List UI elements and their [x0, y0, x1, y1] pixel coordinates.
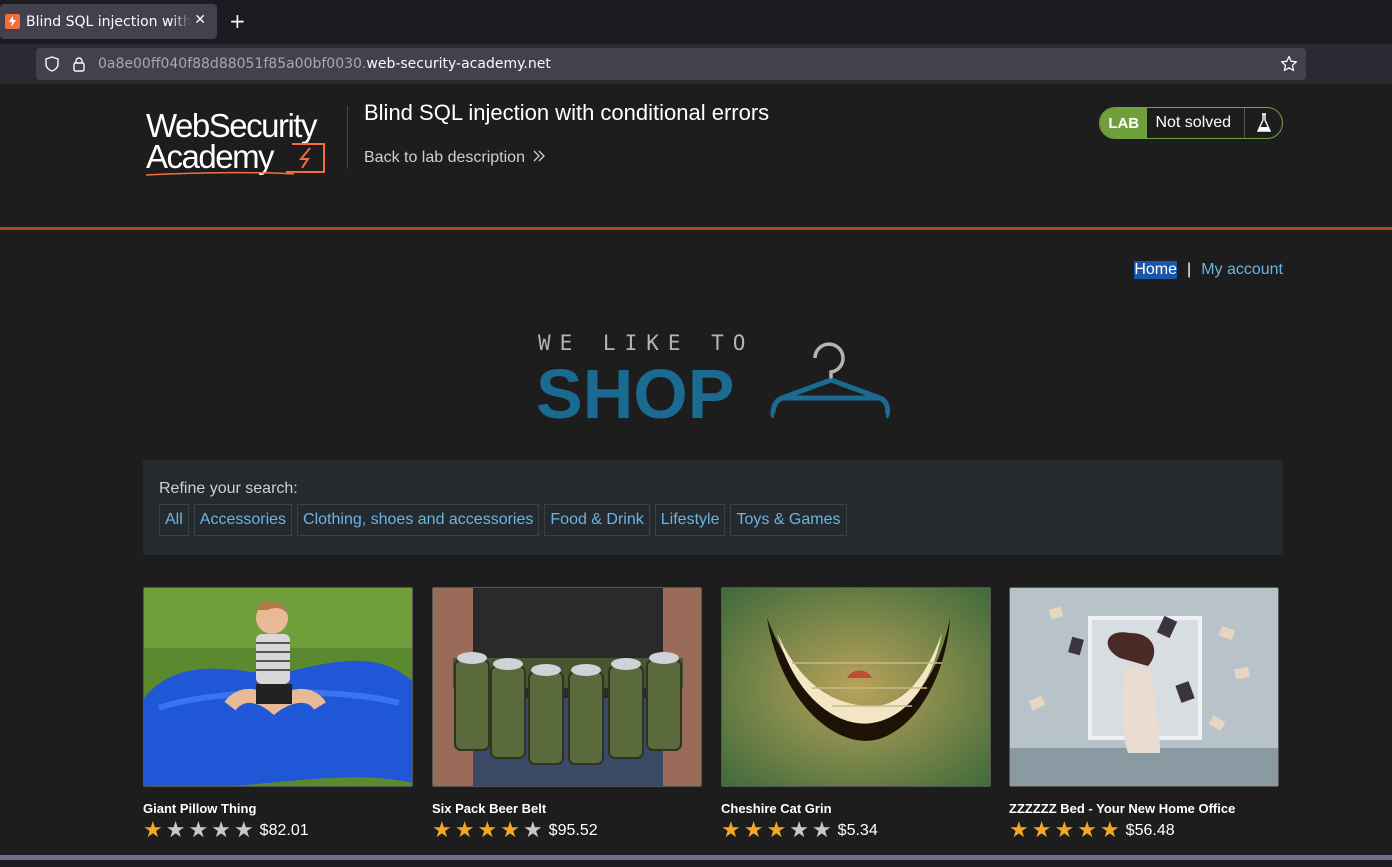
product-meta: ★ ★ ★ ★ ★ $5.34 [721, 820, 991, 842]
star-icon: ★ [1054, 818, 1075, 843]
product-price: $95.52 [548, 822, 598, 839]
close-tab-icon[interactable]: ✕ [194, 12, 206, 28]
we-like-to-shop-banner: WE LIKE TO SHOP [536, 330, 892, 433]
star-icon: ★ [500, 818, 520, 843]
star-icon: ★ [1031, 818, 1052, 843]
filter-all[interactable]: All [159, 504, 189, 536]
url-bar[interactable]: 0a8e00ff040f88d88051f85a00bf0030.web-sec… [36, 48, 1306, 80]
star-icon: ★ [211, 818, 231, 843]
product-card[interactable]: Giant Pillow Thing ★ ★ ★ ★ ★ $82.01 [143, 587, 413, 842]
product-name: Giant Pillow Thing [143, 801, 257, 816]
web-security-academy-logo[interactable]: WebSecurity Academy [144, 106, 349, 181]
logo-line2: Academy [146, 138, 275, 175]
filter-clothing[interactable]: Clothing, shoes and accessories [297, 504, 540, 536]
product-meta: ★ ★ ★ ★ ★ $82.01 [143, 820, 413, 842]
lab-status-widget: LAB Not solved [1099, 107, 1283, 139]
star-icon: ★ [743, 818, 764, 843]
star-icon: ★ [188, 818, 209, 843]
star-icon: ★ [522, 818, 543, 843]
lab-badge: LAB [1100, 108, 1148, 138]
star-icon: ★ [1077, 818, 1097, 843]
product-image-cheshire-grin[interactable] [721, 587, 991, 787]
shield-icon[interactable] [44, 56, 60, 76]
refine-search-panel: Refine your search: All Accessories Clot… [143, 460, 1283, 555]
star-icon: ★ [789, 818, 809, 843]
star-rating: ★ ★ ★ ★ ★ [1009, 820, 1120, 842]
browser-nav-bar: 0a8e00ff040f88d88051f85a00bf0030.web-sec… [0, 44, 1392, 84]
flask-icon[interactable] [1244, 108, 1282, 138]
star-icon: ★ [811, 818, 832, 843]
lock-icon[interactable] [72, 56, 86, 76]
star-icon: ★ [766, 818, 787, 843]
star-icon: ★ [143, 818, 163, 843]
product-price: $5.34 [837, 822, 878, 839]
product-name: ZZZZZZ Bed - Your New Home Office [1009, 801, 1236, 816]
double-chevron-right-icon [533, 149, 545, 167]
product-price: $56.48 [1125, 822, 1175, 839]
browser-tab[interactable]: Blind SQL injection with conditional err… [0, 4, 217, 39]
shop-page: Home | My account WE LIKE TO SHOP Refine… [0, 230, 1392, 860]
url-domain: web-security-academy.net [366, 56, 551, 72]
header-divider [347, 106, 348, 169]
filter-toys-games[interactable]: Toys & Games [730, 504, 847, 536]
tab-title: Blind SQL injection with conditional err… [26, 13, 191, 30]
url-text[interactable]: 0a8e00ff040f88d88051f85a00bf0030.web-sec… [98, 56, 551, 72]
home-link[interactable]: Home [1134, 261, 1178, 279]
lab-state: Not solved [1155, 114, 1232, 131]
banner-tagline: WE LIKE TO [538, 331, 754, 355]
next-row-preview [0, 855, 1392, 860]
bookmark-star-icon[interactable] [1280, 55, 1298, 77]
star-icon: ★ [432, 818, 452, 843]
product-grid: Giant Pillow Thing ★ ★ ★ ★ ★ $82.01 Six … [143, 587, 1283, 867]
product-image-giant-pillow[interactable] [143, 587, 413, 787]
product-price: $82.01 [259, 822, 309, 839]
banner-word: SHOP [536, 355, 734, 426]
star-rating: ★ ★ ★ ★ ★ [143, 820, 254, 842]
product-meta: ★ ★ ★ ★ ★ $56.48 [1009, 820, 1279, 842]
category-filters: All Accessories Clothing, shoes and acce… [159, 504, 847, 536]
product-name: Six Pack Beer Belt [432, 801, 547, 816]
new-tab-button[interactable]: + [229, 10, 246, 32]
filter-food-drink[interactable]: Food & Drink [544, 504, 650, 536]
academy-header: WebSecurity Academy Blind SQL injection … [0, 84, 1392, 228]
back-to-lab-description-link[interactable]: Back to lab description [364, 149, 545, 167]
back-link-label: Back to lab description [364, 149, 525, 166]
refine-search-label: Refine your search: [159, 480, 298, 497]
browser-tab-bar: Blind SQL injection with conditional err… [0, 0, 1392, 44]
hanger-icon [770, 342, 891, 419]
filter-accessories[interactable]: Accessories [193, 504, 293, 536]
star-rating: ★ ★ ★ ★ ★ [432, 820, 543, 842]
academy-favicon-icon [5, 14, 20, 29]
star-icon: ★ [233, 818, 254, 843]
star-icon: ★ [721, 818, 741, 843]
product-card[interactable]: Six Pack Beer Belt ★ ★ ★ ★ ★ $95.52 [432, 587, 702, 842]
url-subdomain: 0a8e00ff040f88d88051f85a00bf0030. [98, 56, 367, 72]
filter-lifestyle[interactable]: Lifestyle [654, 504, 726, 536]
lab-title: Blind SQL injection with conditional err… [364, 100, 770, 125]
star-icon: ★ [1099, 818, 1120, 843]
product-image-zzzzzz-bed[interactable] [1009, 587, 1279, 787]
star-icon: ★ [1009, 818, 1029, 843]
product-image-beer-belt[interactable] [432, 587, 702, 787]
product-meta: ★ ★ ★ ★ ★ $95.52 [432, 820, 702, 842]
star-icon: ★ [477, 818, 498, 843]
star-icon: ★ [454, 818, 475, 843]
product-card[interactable]: Cheshire Cat Grin ★ ★ ★ ★ ★ $5.34 [721, 587, 991, 842]
product-card[interactable]: ZZZZZZ Bed - Your New Home Office ★ ★ ★ ★ ★ … [1009, 587, 1279, 842]
product-name: Cheshire Cat Grin [721, 801, 832, 816]
star-icon: ★ [165, 818, 186, 843]
my-account-link[interactable]: My account [1201, 261, 1283, 279]
nav-separator: | [1187, 261, 1192, 278]
star-rating: ★ ★ ★ ★ ★ [721, 820, 832, 842]
top-navigation: Home | My account [1134, 261, 1283, 279]
